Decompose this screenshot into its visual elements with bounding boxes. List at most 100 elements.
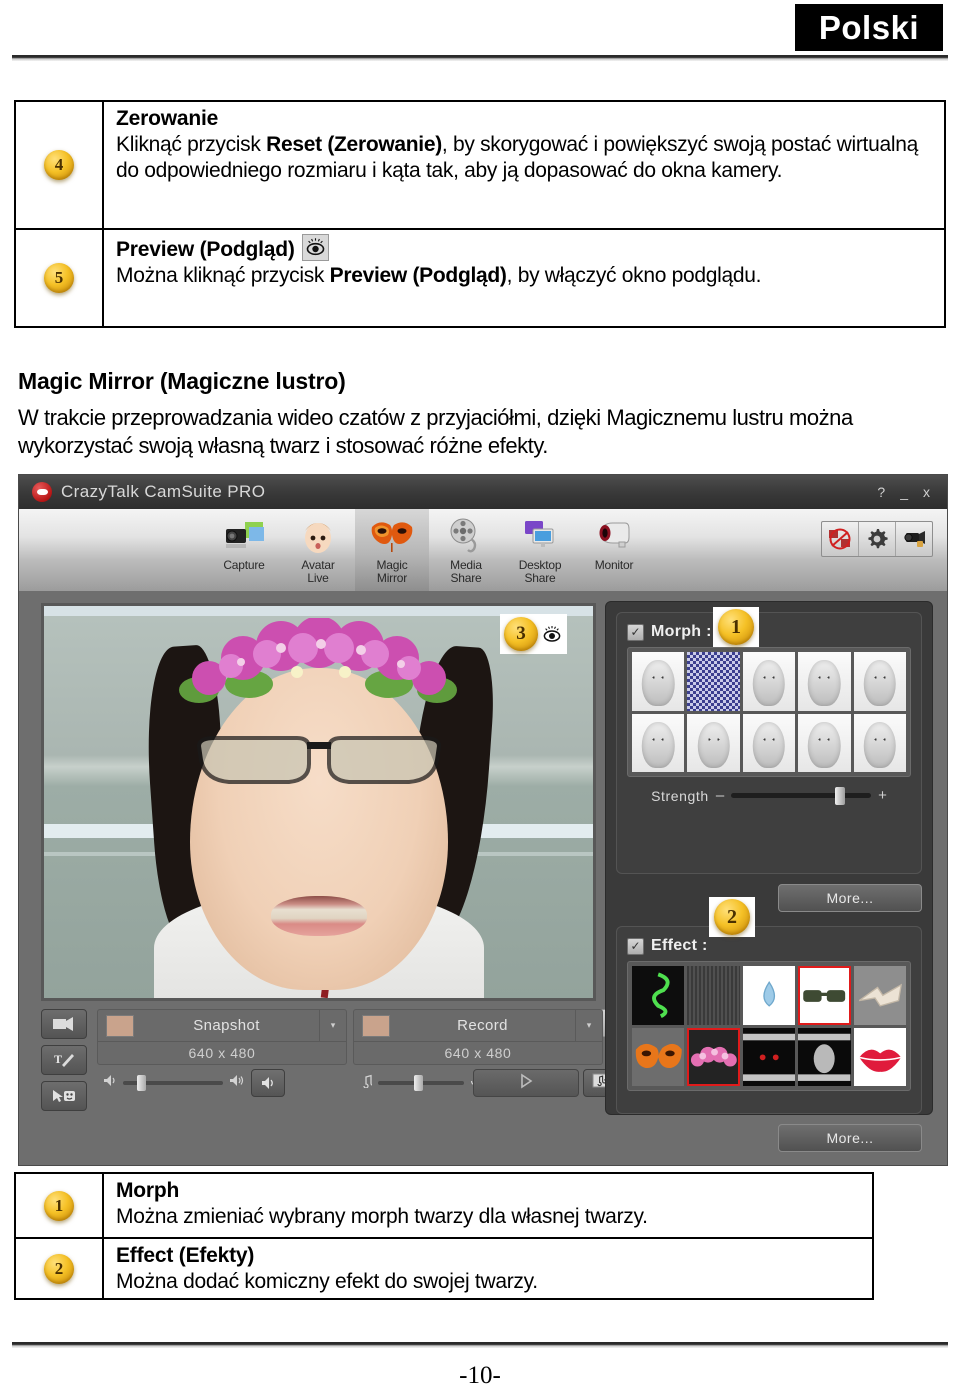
table-row: 5 Preview (Podgląd) Można kliknąć przyci… (16, 228, 944, 326)
camera-switch-icon[interactable] (41, 1009, 87, 1039)
morph-checkbox[interactable]: ✓ (627, 623, 644, 641)
play-button[interactable] (473, 1069, 579, 1097)
speaker-button-icon[interactable] (251, 1069, 285, 1097)
effects-panel: ✓ Morph : 1 Strength – + More... ✓ Effec… (605, 601, 933, 1152)
step-body-pre: Kliknąć przycisk (116, 132, 267, 156)
step-badge-2: 2 (44, 1253, 74, 1284)
morph-label: Morph : (651, 623, 712, 640)
fire-mask-effect[interactable] (632, 1027, 685, 1087)
video-preview[interactable]: 3 (41, 603, 596, 1001)
close-button[interactable]: x (923, 484, 930, 500)
water-drop-effect[interactable] (742, 966, 796, 1025)
tab-desktop-share[interactable]: Desktop Share (503, 509, 577, 591)
record-row[interactable]: Record ▾ (354, 1010, 602, 1042)
snapshot-thumbnail (106, 1014, 134, 1037)
step-badge-4: 4 (44, 150, 74, 180)
step-body: Można zmieniać wybrany morph twarzy dla … (116, 1204, 648, 1228)
tab-label: Magic Mirror (376, 559, 407, 585)
tab-magic-mirror[interactable]: Magic Mirror (355, 509, 429, 591)
help-button[interactable]: ? (877, 484, 885, 500)
strength-minus[interactable]: – (716, 787, 724, 804)
pointer-emoticon-icon[interactable] (41, 1081, 87, 1111)
row-text-cell: Effect (Efekty) Można dodać komiczny efe… (104, 1239, 872, 1298)
music-slider[interactable] (378, 1075, 464, 1091)
tab-label-line2: Share (524, 570, 556, 585)
morph-face-preview (798, 713, 851, 773)
step-body-post: , by włączyć okno podglądu. (506, 263, 762, 287)
tab-label-line1: Avatar (301, 558, 335, 572)
minimize-button[interactable]: _ (900, 484, 908, 500)
record-control[interactable]: Record ▾ 640 x 480 (353, 1009, 603, 1065)
bandage-effect[interactable] (853, 966, 906, 1025)
morph-thumbnail[interactable] (742, 652, 796, 711)
strength-slider[interactable] (731, 787, 872, 806)
snapshot-row[interactable]: Snapshot ▾ (98, 1010, 346, 1042)
tab-label: Desktop Share (519, 559, 562, 585)
music-note-icon (359, 1074, 376, 1093)
morph-selected-overlay (687, 652, 740, 711)
step-body-bold: Reset (Zerowanie) (266, 132, 442, 156)
step-title: Zerowanie (116, 107, 219, 130)
snapshot-dropdown-caret[interactable]: ▾ (319, 1010, 346, 1041)
gear-icon[interactable] (858, 522, 895, 556)
step-title: Effect (Efekty) (116, 1244, 255, 1267)
table-row: 2 Effect (Efekty) Można dodać komiczny e… (16, 1237, 872, 1298)
tab-label-line1: Magic (376, 558, 408, 572)
morph-thumbnail[interactable] (687, 713, 740, 773)
snapshot-control[interactable]: Snapshot ▾ 640 x 480 (97, 1009, 347, 1065)
tab-capture[interactable]: Capture (207, 509, 281, 591)
text-tool-icon[interactable]: T (41, 1045, 87, 1075)
morph-face-preview (742, 652, 796, 711)
volume-slider[interactable] (123, 1075, 223, 1091)
effect-header: ✓ Effect : (627, 937, 911, 955)
morph-more-button[interactable]: More... (778, 884, 922, 912)
morph-thumbnail[interactable] (798, 652, 851, 711)
morph-header: ✓ Morph : (627, 623, 911, 641)
morph-face-preview (687, 713, 740, 773)
morph-face-preview (853, 713, 906, 773)
row-number-cell: 5 (16, 230, 104, 326)
red-lips-effect[interactable] (853, 1027, 906, 1087)
strength-plus[interactable]: + (878, 787, 887, 804)
morph-thumbnail-selected[interactable] (687, 652, 740, 711)
sunglasses-effect[interactable] (798, 966, 851, 1025)
tab-avatar-live[interactable]: Avatar Live (281, 509, 355, 591)
step-body: Kliknąć przycisk Reset (Zerowanie), by s… (116, 132, 942, 184)
tab-monitor[interactable]: Monitor (577, 509, 651, 591)
morph-thumbnail-grid (627, 647, 911, 778)
volume-slider-knob[interactable] (137, 1075, 146, 1091)
tab-media-share[interactable]: Media Share (429, 509, 503, 591)
red-eyes-effect[interactable] (742, 1027, 796, 1087)
no-video-icon[interactable] (822, 522, 858, 556)
record-resolution: 640 x 480 (444, 1045, 512, 1061)
morph-thumbnail[interactable] (632, 713, 685, 773)
mouth (270, 896, 367, 936)
morph-thumbnail[interactable] (798, 713, 851, 773)
effect-more-button[interactable]: More... (778, 1124, 922, 1152)
morph-thumbnail[interactable] (853, 652, 906, 711)
strength-label: Strength (651, 787, 709, 804)
green-swirl-effect[interactable] (632, 966, 685, 1025)
morph-face-preview (632, 652, 685, 711)
morph-thumbnail[interactable] (853, 713, 906, 773)
webcam-icon (595, 513, 633, 559)
flower-crown-effect[interactable] (687, 1027, 740, 1087)
static-noise-effect[interactable] (687, 966, 740, 1025)
language-badge: Polski (795, 4, 943, 51)
morph-thumbnail[interactable] (742, 713, 796, 773)
morph-thumbnail[interactable] (632, 652, 685, 711)
effect-checkbox[interactable]: ✓ (627, 937, 644, 955)
video-controls: T Snapshot ▾ 640 x 480 Record ▾ 640 x 48… (41, 1007, 621, 1111)
morph-face-preview (632, 713, 685, 773)
webcam-setup-icon[interactable] (895, 522, 932, 556)
section-paragraph: W trakcie przeprowadzania wideo czatów z… (18, 405, 853, 459)
ghost-effect[interactable] (798, 1027, 851, 1087)
morph-group: ✓ Morph : 1 Strength – + (616, 607, 922, 874)
morph-face-preview (742, 713, 796, 773)
record-dropdown-caret[interactable]: ▾ (575, 1010, 602, 1041)
music-slider-knob[interactable] (414, 1075, 423, 1091)
effect-label: Effect : (651, 937, 708, 954)
strength-slider-knob[interactable] (835, 787, 846, 806)
step-title: Preview (Podgląd) (116, 234, 942, 263)
step-body: Można kliknąć przycisk Preview (Podgląd)… (116, 263, 942, 289)
